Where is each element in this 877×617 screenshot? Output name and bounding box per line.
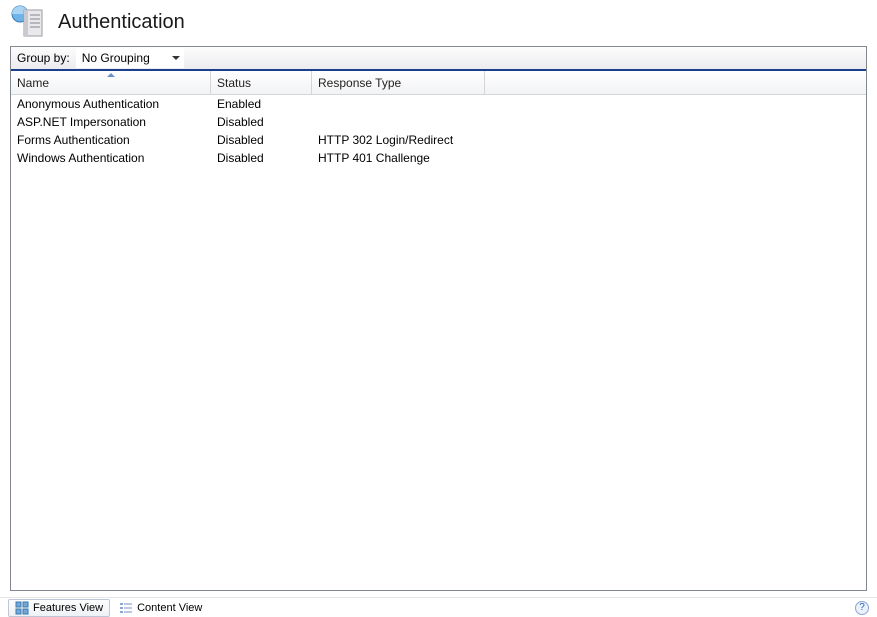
features-view-icon [15,601,29,615]
group-by-value: No Grouping [82,51,150,65]
cell-name: ASP.NET Impersonation [11,115,211,129]
group-by-label: Group by: [15,51,72,65]
table-row[interactable]: Anonymous Authentication Enabled [11,95,866,113]
cell-status: Enabled [211,97,312,111]
table-row[interactable]: ASP.NET Impersonation Disabled [11,113,866,131]
sort-ascending-icon [107,73,115,77]
cell-response: HTTP 302 Login/Redirect [312,133,485,147]
cell-name: Anonymous Authentication [11,97,211,111]
group-by-dropdown[interactable]: No Grouping [76,48,184,68]
cell-name: Windows Authentication [11,151,211,165]
grid-header: Name Status Response Type [11,71,866,95]
chevron-down-icon [172,56,180,60]
table-row[interactable]: Windows Authentication Disabled HTTP 401… [11,149,866,167]
column-header-status[interactable]: Status [211,71,312,94]
table-row[interactable]: Forms Authentication Disabled HTTP 302 L… [11,131,866,149]
tab-features-view[interactable]: Features View [8,599,110,617]
view-tabs: Features View Content View ? [0,597,877,617]
tab-content-view[interactable]: Content View [112,599,209,617]
main-panel: Group by: No Grouping Name Status Respon… [10,46,867,591]
column-header-response[interactable]: Response Type [312,71,485,94]
page-title: Authentication [58,11,185,34]
authentication-icon [10,4,46,40]
cell-status: Disabled [211,133,312,147]
help-icon[interactable]: ? [855,601,869,615]
cell-response: HTTP 401 Challenge [312,151,485,165]
toolbar: Group by: No Grouping [11,47,866,71]
footer-right: ? [855,601,869,615]
column-header-name-label: Name [17,76,49,90]
cell-name: Forms Authentication [11,133,211,147]
tab-content-view-label: Content View [137,602,202,614]
cell-status: Disabled [211,151,312,165]
tab-features-view-label: Features View [33,602,103,614]
content-view-icon [119,601,133,615]
page-header: Authentication [0,0,877,46]
column-header-status-label: Status [217,76,251,90]
column-header-name[interactable]: Name [11,71,211,94]
grid-body[interactable]: Anonymous Authentication Enabled ASP.NET… [11,95,866,590]
cell-status: Disabled [211,115,312,129]
column-header-response-label: Response Type [318,76,401,90]
column-header-spacer [485,71,866,94]
